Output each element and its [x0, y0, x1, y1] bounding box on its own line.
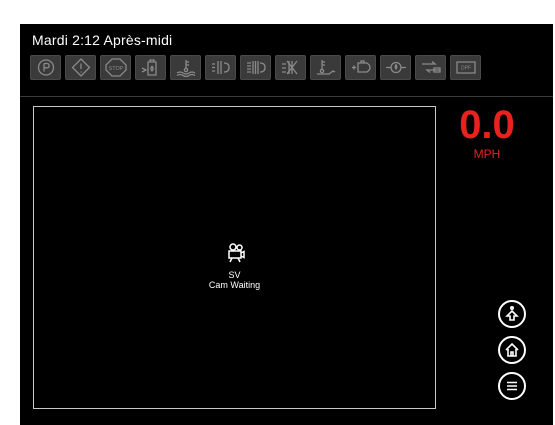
nav-up-icon: [505, 305, 519, 321]
parking-brake-telltale: [30, 55, 61, 80]
menu-button[interactable]: [498, 372, 526, 400]
nav-up-button[interactable]: [498, 300, 526, 328]
header-divider: [20, 96, 553, 97]
camera-icon: [227, 243, 245, 263]
transmission-icon: [421, 61, 441, 73]
hydraulic-filter-telltale: [240, 55, 271, 80]
filter-bypass-telltale: [275, 55, 306, 80]
engine-icon: [351, 60, 371, 73]
coolant-temperature-icon: [176, 60, 195, 77]
stop-telltale: STOP: [100, 55, 131, 80]
air-filter-icon: [211, 61, 230, 74]
hydraulic-temperature-icon: [316, 60, 335, 75]
dpf-icon: DPF: [455, 61, 476, 74]
speed-value: 0.0: [459, 103, 515, 147]
stop-icon: STOP: [104, 58, 127, 77]
warning-icon: [71, 58, 90, 77]
engine-telltale: [345, 55, 376, 80]
camera-placeholder: SV Cam Waiting: [34, 241, 435, 290]
air-filter-telltale: [205, 55, 236, 80]
menu-icon: [507, 381, 517, 391]
camera-view[interactable]: SV Cam Waiting: [33, 106, 436, 409]
hydraulic-temp-telltale: [310, 55, 341, 80]
fuel-water-icon: [141, 59, 157, 76]
home-button[interactable]: [498, 336, 526, 364]
speed-unit: MPH: [473, 147, 501, 161]
camera-name: SV: [228, 270, 241, 280]
fuel-water-telltale: [135, 55, 166, 80]
clock: Mardi 2:12 Après-midi: [32, 32, 173, 48]
oil-pressure-telltale: [380, 55, 411, 80]
svg-text:DPF: DPF: [461, 66, 471, 72]
svg-text:STOP: STOP: [108, 66, 123, 72]
transmission-telltale: [415, 55, 446, 80]
warning-telltale: [65, 55, 96, 80]
filter-bypass-icon: [281, 60, 298, 75]
home-icon: [505, 342, 519, 357]
dpf-telltale: DPF: [450, 55, 481, 80]
display-screen: Mardi 2:12 Après-midi STOP DPF SV Cam Wa…: [20, 24, 553, 425]
telltale-bar: STOP DPF: [30, 55, 481, 80]
oil-pressure-icon: [385, 61, 406, 74]
parking-brake-icon: [37, 59, 54, 76]
hydraulic-filter-icon: [246, 61, 266, 74]
camera-status: Cam Waiting: [208, 280, 261, 290]
coolant-temp-telltale: [170, 55, 201, 80]
